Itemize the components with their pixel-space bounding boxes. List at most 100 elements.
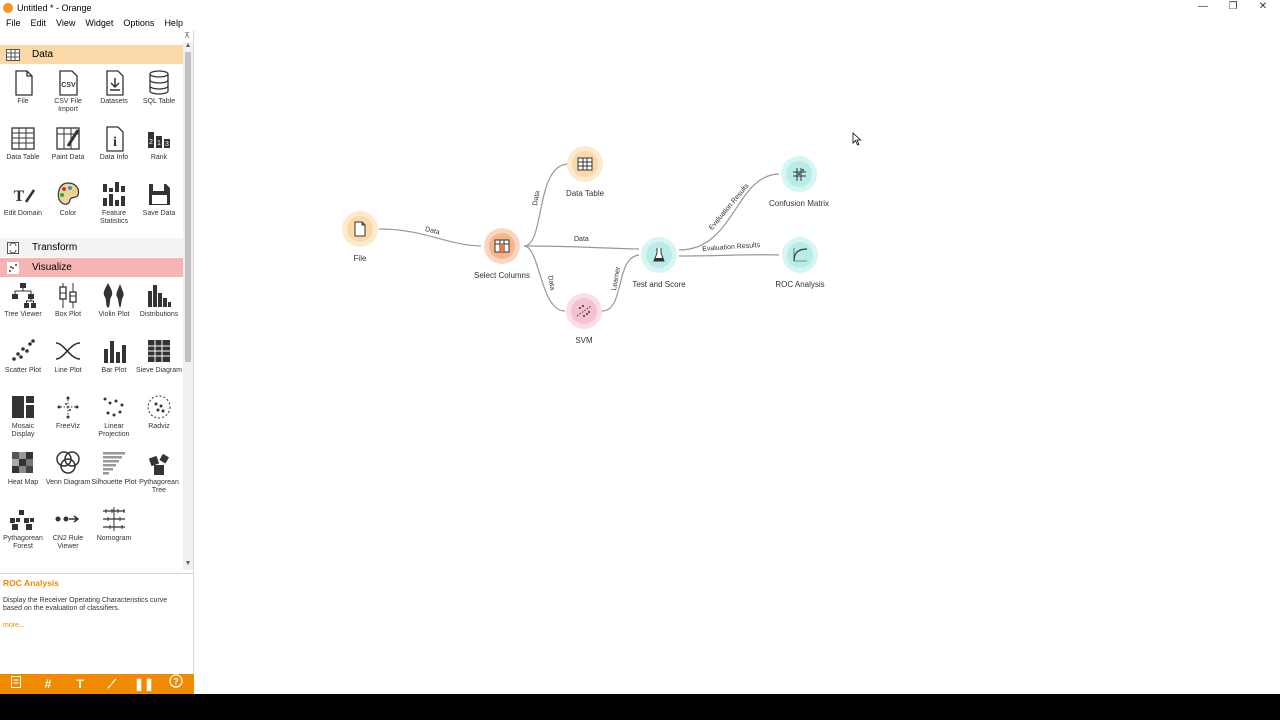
- help-more-link[interactable]: more...: [3, 622, 190, 629]
- widget-cn2-rule-viewer[interactable]: CN2 Rule Viewer: [45, 503, 91, 559]
- mosaic-icon: [9, 393, 37, 421]
- menu-file[interactable]: File: [6, 18, 21, 28]
- menu-help[interactable]: Help: [164, 18, 183, 28]
- widget-color[interactable]: Color: [45, 178, 91, 234]
- paint-icon: [54, 124, 82, 152]
- node-label: File: [353, 254, 367, 263]
- widget-label: Sieve Diagram: [136, 367, 182, 374]
- widget-feature-statistics[interactable]: Feature Statistics: [91, 178, 137, 234]
- widget-file[interactable]: File: [0, 66, 46, 122]
- cn2-icon: [54, 505, 82, 533]
- category-data[interactable]: Data: [0, 45, 183, 64]
- database-icon: [145, 68, 173, 96]
- freeviz-icon: [54, 393, 82, 421]
- node-select-columns[interactable]: [484, 228, 520, 264]
- table-icon: [577, 157, 593, 171]
- widget-data-table[interactable]: Data Table: [0, 122, 46, 178]
- node-label: ROC Analysis: [775, 280, 825, 289]
- scroll-down-icon[interactable]: ▼: [183, 560, 193, 570]
- widget-silhouette-plot[interactable]: Silhouette Plot: [91, 447, 137, 503]
- pause-icon[interactable]: ❚❚: [128, 674, 160, 694]
- dock-icon[interactable]: ⊼: [184, 31, 190, 40]
- link-select-testscore[interactable]: [523, 245, 640, 250]
- widget-label: Nomogram: [96, 535, 132, 542]
- svg-text:?: ?: [173, 677, 179, 687]
- widget-label: Paint Data: [51, 154, 85, 161]
- widget-tree-viewer[interactable]: Tree Viewer: [0, 279, 46, 335]
- help-icon[interactable]: ?: [160, 674, 192, 694]
- widget-pythagorean-tree[interactable]: Pythagorean Tree: [136, 447, 182, 503]
- widget-label: Box Plot: [54, 311, 82, 318]
- widget-radviz[interactable]: Radviz: [136, 391, 182, 447]
- orange-logo-icon: [3, 2, 13, 13]
- link-select-datatable[interactable]: [523, 163, 568, 247]
- link-test-roc[interactable]: [678, 254, 780, 257]
- widget-sql-table[interactable]: SQL Table: [136, 66, 182, 122]
- mouse-cursor-icon: [852, 132, 862, 146]
- widget-heat-map[interactable]: Heat Map: [0, 447, 46, 503]
- node-test-and-score[interactable]: [641, 237, 677, 273]
- restore-button[interactable]: ❐: [1218, 0, 1248, 15]
- widget-line-plot[interactable]: Line Plot: [45, 335, 91, 391]
- widget-violin-plot[interactable]: Violin Plot: [91, 279, 137, 335]
- venn-icon: [54, 449, 82, 477]
- widget-linear-projection[interactable]: Linear Projection: [91, 391, 137, 447]
- menu-view[interactable]: View: [56, 18, 75, 28]
- category-visualize[interactable]: Visualize: [0, 258, 183, 277]
- nomogram-icon: [100, 505, 128, 533]
- datasets-icon: [100, 68, 128, 96]
- scrollbar-thumb[interactable]: [185, 52, 191, 362]
- widget-freeviz[interactable]: FreeViz: [45, 391, 91, 447]
- document-icon[interactable]: [0, 674, 32, 694]
- text-annotation-icon[interactable]: T: [64, 674, 96, 694]
- menu-bar: File Edit View Widget Options Help: [0, 15, 1280, 30]
- category-transform[interactable]: Transform: [0, 238, 183, 257]
- widget-rank[interactable]: 2 1 3 Rank: [136, 122, 182, 178]
- lineplot-icon: [54, 337, 82, 365]
- widget-paint-data[interactable]: Paint Data: [45, 122, 91, 178]
- widget-edit-domain[interactable]: T Edit Domain: [0, 178, 46, 234]
- pythagorean-forest-icon: [9, 505, 37, 533]
- menu-edit[interactable]: Edit: [31, 18, 47, 28]
- workflow-canvas[interactable]: Data Data Data Data Learner Evaluation R…: [195, 30, 1280, 694]
- palette-icon: [54, 180, 82, 208]
- widget-distributions[interactable]: Distributions: [136, 279, 182, 335]
- help-title: ROC Analysis: [3, 578, 59, 588]
- svg-text:CSV: CSV: [61, 82, 76, 89]
- pythagorean-tree-icon: [145, 449, 173, 477]
- widget-box-plot[interactable]: Box Plot: [45, 279, 91, 335]
- node-data-table[interactable]: [567, 146, 603, 182]
- svg-text:T: T: [14, 188, 25, 205]
- widget-label: Data Table: [6, 154, 40, 161]
- widget-pythagorean-forest[interactable]: Pythagorean Forest: [0, 503, 46, 559]
- minimize-button[interactable]: —: [1188, 0, 1218, 15]
- linear-projection-icon: [100, 393, 128, 421]
- widget-save-data[interactable]: Save Data: [136, 178, 182, 234]
- widget-mosaic-display[interactable]: Mosaic Display: [0, 391, 46, 447]
- widget-venn-diagram[interactable]: Venn Diagram: [45, 447, 91, 503]
- scroll-up-icon[interactable]: ▲: [183, 42, 193, 52]
- arrow-annotation-icon[interactable]: ⟋: [96, 674, 128, 694]
- widget-csv-file-import[interactable]: CSV CSV File Import: [45, 66, 91, 122]
- node-file[interactable]: [342, 211, 378, 247]
- node-svm[interactable]: [566, 293, 602, 329]
- widget-label: Save Data: [142, 210, 176, 217]
- widget-bar-plot[interactable]: Bar Plot: [91, 335, 137, 391]
- window-title: Untitled * - Orange: [17, 2, 92, 13]
- widget-scatter-plot[interactable]: Scatter Plot: [0, 335, 46, 391]
- grid-icon[interactable]: #: [32, 674, 64, 694]
- sieve-icon: [145, 337, 173, 365]
- close-button[interactable]: ✕: [1248, 0, 1278, 15]
- bottom-toolbar: # T ⟋ ❚❚ ?: [0, 674, 194, 694]
- widget-label: Scatter Plot: [4, 367, 42, 374]
- toolbox-scrollbar[interactable]: ▲ ▼: [183, 42, 193, 570]
- widget-sieve-diagram[interactable]: Sieve Diagram: [136, 335, 182, 391]
- menu-options[interactable]: Options: [123, 18, 154, 28]
- widget-nomogram[interactable]: Nomogram: [91, 503, 137, 559]
- menu-widget[interactable]: Widget: [85, 18, 113, 28]
- node-roc-analysis[interactable]: [782, 237, 818, 273]
- widget-data-info[interactable]: i Data Info: [91, 122, 137, 178]
- widget-label: Silhouette Plot: [91, 479, 137, 486]
- node-confusion-matrix[interactable]: [781, 156, 817, 192]
- widget-datasets[interactable]: Datasets: [91, 66, 137, 122]
